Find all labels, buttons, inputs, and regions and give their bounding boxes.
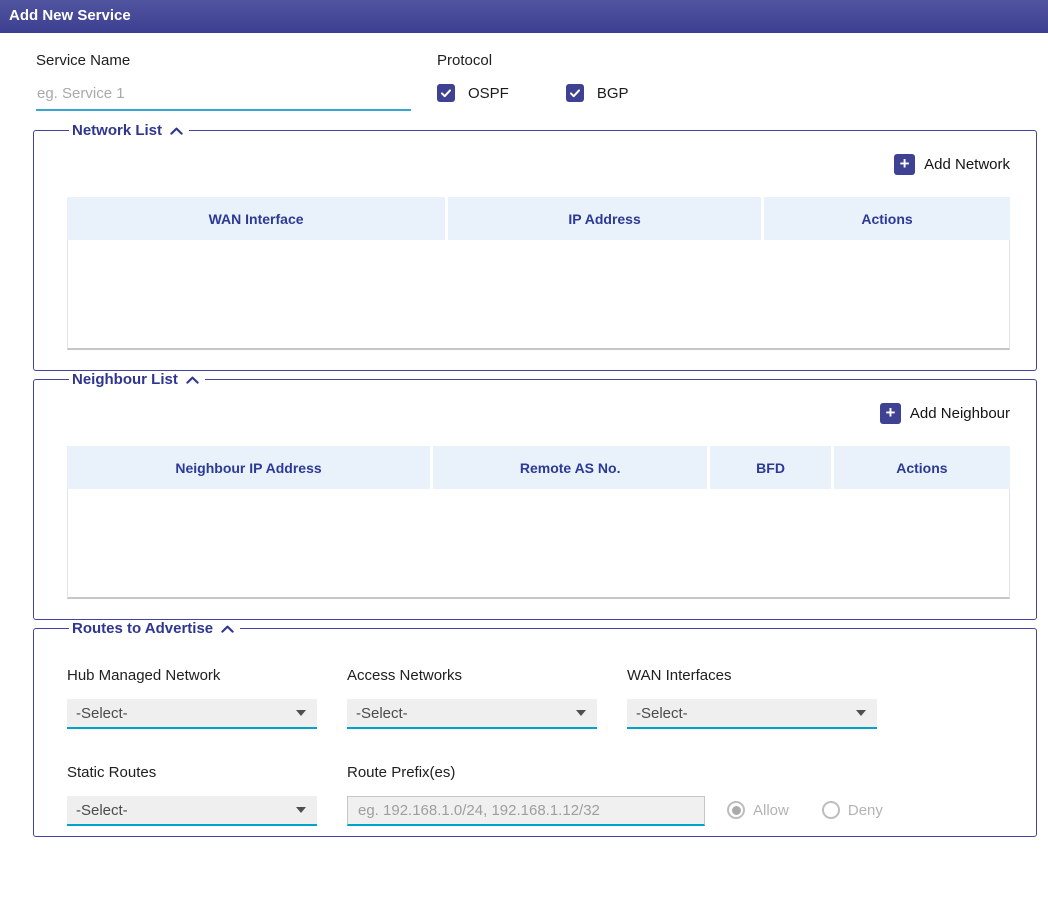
neighbour-add-row: Add Neighbour: [67, 403, 1010, 424]
hub-managed-network-select[interactable]: -Select-: [67, 699, 317, 729]
neighbour-table-header: Neighbour IP Address Remote AS No. BFD A…: [67, 446, 1010, 489]
network-col-wan-interface: WAN Interface: [67, 197, 445, 240]
plus-icon: [894, 154, 915, 175]
add-neighbour-label: Add Neighbour: [910, 405, 1010, 422]
chevron-up-icon: [170, 127, 183, 135]
wan-interfaces-select[interactable]: -Select-: [627, 699, 877, 729]
plus-icon: [880, 403, 901, 424]
network-col-actions: Actions: [761, 197, 1010, 240]
routes-legend-toggle[interactable]: Routes to Advertise: [69, 620, 240, 637]
network-add-row: Add Network: [67, 154, 1010, 175]
chevron-down-icon: [576, 710, 586, 716]
service-name-input[interactable]: [36, 83, 411, 111]
wan-interfaces-label: WAN Interfaces: [627, 667, 877, 684]
protocol-group: Protocol OSPF BGP: [437, 52, 629, 122]
bgp-checkbox-item: BGP: [566, 84, 629, 102]
route-policy-radio-group: Allow Deny: [727, 801, 883, 819]
allow-radio-item[interactable]: Allow: [727, 801, 789, 819]
access-networks-label: Access Networks: [347, 667, 597, 684]
deny-radio: [822, 801, 840, 819]
add-network-button[interactable]: Add Network: [894, 154, 1010, 175]
access-networks-field: Access Networks -Select-: [347, 667, 597, 729]
wan-interfaces-field: WAN Interfaces -Select-: [627, 667, 877, 729]
ospf-checkbox-label: OSPF: [468, 85, 509, 102]
neighbour-table: Neighbour IP Address Remote AS No. BFD A…: [67, 446, 1010, 599]
network-col-ip-address: IP Address: [445, 197, 761, 240]
wan-interfaces-value: -Select-: [636, 705, 688, 722]
route-prefixes-field: Route Prefix(es): [347, 764, 705, 826]
routes-row-1: Hub Managed Network -Select- Access Netw…: [67, 667, 1010, 729]
network-list-section: Network List Add Network WAN Interface I…: [33, 122, 1037, 371]
chevron-down-icon: [296, 710, 306, 716]
routes-row-2: Static Routes -Select- Route Prefix(es) …: [67, 764, 1010, 826]
bgp-checkbox[interactable]: [566, 84, 584, 102]
check-icon: [569, 87, 581, 99]
network-table: WAN Interface IP Address Actions: [67, 197, 1010, 350]
check-icon: [440, 87, 452, 99]
static-routes-value: -Select-: [76, 802, 128, 819]
access-networks-select[interactable]: -Select-: [347, 699, 597, 729]
deny-radio-item[interactable]: Deny: [822, 801, 883, 819]
network-list-legend-toggle[interactable]: Network List: [69, 122, 189, 139]
protocol-label: Protocol: [437, 52, 629, 69]
neighbour-list-section: Neighbour List Add Neighbour Neighbour I…: [33, 371, 1037, 620]
hub-managed-network-field: Hub Managed Network -Select-: [67, 667, 317, 729]
static-routes-label: Static Routes: [67, 764, 317, 781]
chevron-up-icon: [186, 376, 199, 384]
bgp-checkbox-label: BGP: [597, 85, 629, 102]
allow-radio: [727, 801, 745, 819]
routes-to-advertise-section: Routes to Advertise Hub Managed Network …: [33, 620, 1037, 837]
network-list-legend-label: Network List: [72, 122, 162, 139]
add-network-label: Add Network: [924, 156, 1010, 173]
hub-managed-network-value: -Select-: [76, 705, 128, 722]
deny-radio-label: Deny: [848, 802, 883, 819]
chevron-up-icon: [221, 625, 234, 633]
ospf-checkbox[interactable]: [437, 84, 455, 102]
allow-radio-label: Allow: [753, 802, 789, 819]
route-prefixes-label: Route Prefix(es): [347, 764, 705, 781]
dialog-title: Add New Service: [0, 0, 1048, 33]
neighbour-col-ip-address: Neighbour IP Address: [67, 446, 430, 489]
form-content: Service Name Protocol OSPF: [0, 33, 1048, 837]
route-prefixes-input[interactable]: [347, 796, 705, 826]
hub-managed-network-label: Hub Managed Network: [67, 667, 317, 684]
neighbour-list-legend-label: Neighbour List: [72, 371, 178, 388]
radio-selected-dot: [732, 806, 741, 815]
access-networks-value: -Select-: [356, 705, 408, 722]
routes-legend-label: Routes to Advertise: [72, 620, 213, 637]
network-table-header: WAN Interface IP Address Actions: [67, 197, 1010, 240]
service-name-field: Service Name: [36, 52, 411, 122]
top-row: Service Name Protocol OSPF: [33, 33, 1037, 122]
static-routes-select[interactable]: -Select-: [67, 796, 317, 826]
static-routes-field: Static Routes -Select-: [67, 764, 317, 826]
chevron-down-icon: [296, 807, 306, 813]
protocol-options: OSPF BGP: [437, 84, 629, 102]
neighbour-list-legend-toggle[interactable]: Neighbour List: [69, 371, 205, 388]
network-table-body-empty: [67, 240, 1010, 350]
chevron-down-icon: [856, 710, 866, 716]
neighbour-col-actions: Actions: [831, 446, 1010, 489]
neighbour-table-body-empty: [67, 489, 1010, 599]
ospf-checkbox-item: OSPF: [437, 84, 509, 102]
neighbour-col-remote-as: Remote AS No.: [430, 446, 707, 489]
neighbour-col-bfd: BFD: [707, 446, 831, 489]
service-name-label: Service Name: [36, 52, 411, 69]
add-neighbour-button[interactable]: Add Neighbour: [880, 403, 1010, 424]
